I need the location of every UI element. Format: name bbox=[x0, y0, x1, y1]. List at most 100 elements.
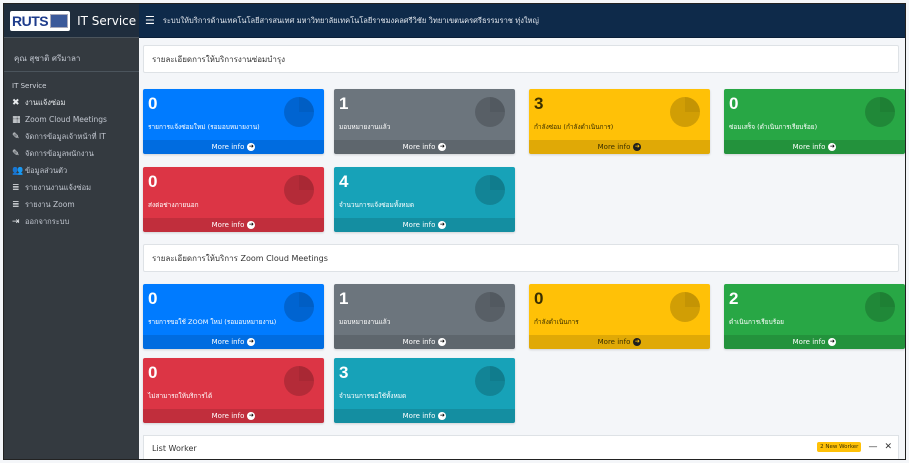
more-info-label: More info bbox=[211, 221, 245, 229]
more-info-link[interactable]: More info ➜ bbox=[143, 218, 324, 232]
stat-value: 0 bbox=[148, 172, 158, 191]
zoom-assigned-box: 1 มอบหมายงานแล้ว More info ➜ bbox=[334, 284, 515, 349]
more-info-link[interactable]: More info ➜ bbox=[334, 409, 515, 423]
brand-link[interactable]: RUTS IT Service bbox=[4, 4, 139, 38]
arrow-circle-right-icon: ➜ bbox=[247, 412, 256, 420]
pie-chart-icon bbox=[865, 292, 895, 322]
more-info-link[interactable]: More info ➜ bbox=[143, 335, 324, 349]
stat-value: 0 bbox=[148, 363, 158, 382]
database-icon: ≣ bbox=[12, 199, 20, 210]
section-title: รายละเอียดการให้บริการงานซ่อมบำรุง bbox=[152, 54, 286, 64]
arrow-circle-right-icon: ➜ bbox=[438, 412, 447, 420]
pie-chart-icon bbox=[475, 97, 505, 127]
minimize-icon[interactable]: — bbox=[868, 442, 877, 452]
arrow-circle-right-icon: ➜ bbox=[438, 338, 447, 346]
edit-icon: ✎ bbox=[12, 131, 20, 142]
stat-label: รายการแจ้งซ่อมใหม่ (รอมอบหมายงาน) bbox=[148, 123, 260, 131]
more-info-label: More info bbox=[402, 143, 436, 151]
stat-value: 3 bbox=[534, 94, 544, 113]
close-icon[interactable]: ✕ bbox=[884, 442, 892, 452]
more-info-label: More info bbox=[597, 143, 631, 151]
zoom-done-box: 2 ดำเนินการเรียบร้อย More info ➜ bbox=[724, 284, 905, 349]
stat-value: 0 bbox=[729, 94, 739, 113]
sidebar-item-repair[interactable]: ✖ งานแจ้งซ่อม bbox=[4, 94, 139, 111]
sidebar-item-label: จัดการข้อมูลเจ้าหน้าที่ IT bbox=[25, 131, 106, 141]
logo-text: RUTS bbox=[12, 12, 49, 29]
sidebar-item-employees[interactable]: ✎ จัดการข้อมูลพนักงาน bbox=[4, 145, 139, 162]
sidebar-item-label: ออกจากระบบ bbox=[25, 216, 70, 226]
more-info-link[interactable]: More info ➜ bbox=[334, 335, 515, 349]
sidebar-item-repair-report[interactable]: ≣ รายงานงานแจ้งซ่อม bbox=[4, 179, 139, 196]
arrow-circle-right-icon: ➜ bbox=[438, 221, 447, 229]
app-frame: RUTS IT Service คุณ สุชาติ ศรีมาลา IT Se… bbox=[3, 3, 906, 460]
main-content: รายละเอียดการให้บริการงานซ่อมบำรุง 0 ราย… bbox=[139, 38, 905, 459]
stat-value: 2 bbox=[729, 289, 739, 308]
arrow-circle-right-icon: ➜ bbox=[828, 143, 837, 151]
system-title: ระบบให้บริการด้านเทคโนโลยีสารสนเทศ มหาวิ… bbox=[162, 15, 539, 25]
logo-emblem-icon bbox=[50, 13, 69, 28]
more-info-link[interactable]: More info ➜ bbox=[334, 140, 515, 154]
more-info-link[interactable]: More info ➜ bbox=[529, 140, 710, 154]
more-info-link[interactable]: More info ➜ bbox=[143, 140, 324, 154]
arrow-circle-right-icon: ➜ bbox=[828, 338, 837, 346]
repair-in-progress-box: 3 กำลังซ่อม (กำลังดำเนินการ) More info ➜ bbox=[529, 89, 710, 154]
more-info-link[interactable]: More info ➜ bbox=[143, 409, 324, 423]
more-info-link[interactable]: More info ➜ bbox=[724, 335, 905, 349]
list-worker-card: List Worker 2 New Worker — ✕ bbox=[143, 435, 899, 459]
sidebar-item-zoom-report[interactable]: ≣ รายงาน Zoom bbox=[4, 196, 139, 213]
sidebar-item-label: งานแจ้งซ่อม bbox=[25, 97, 66, 107]
sidebar-item-label: จัดการข้อมูลพนักงาน bbox=[25, 148, 94, 158]
zoom-total-box: 3 จำนวนการขอใช้ทั้งหมด More info ➜ bbox=[334, 358, 515, 423]
sidebar-item-it-staff[interactable]: ✎ จัดการข้อมูลเจ้าหน้าที่ IT bbox=[4, 128, 139, 145]
stat-label: กำลังซ่อม (กำลังดำเนินการ) bbox=[534, 123, 614, 131]
sidebar-item-zoom[interactable]: ▦ Zoom Cloud Meetings bbox=[4, 111, 139, 128]
users-icon: 👥 bbox=[12, 165, 24, 176]
menu-toggle-icon[interactable]: ☰ bbox=[145, 14, 155, 27]
stat-value: 1 bbox=[339, 289, 349, 308]
more-info-label: More info bbox=[402, 221, 436, 229]
ruts-logo: RUTS bbox=[10, 10, 71, 31]
sidebar-item-label: รายงาน Zoom bbox=[25, 199, 75, 209]
stat-label: มอบหมายงานแล้ว bbox=[339, 123, 391, 131]
stat-value: 0 bbox=[148, 289, 158, 308]
stat-label: ดำเนินการเรียบร้อย bbox=[729, 318, 784, 326]
repair-section-header: รายละเอียดการให้บริการงานซ่อมบำรุง bbox=[143, 45, 899, 73]
more-info-label: More info bbox=[402, 412, 436, 420]
pie-chart-icon bbox=[284, 292, 314, 322]
new-worker-badge: 2 New Worker bbox=[817, 442, 862, 452]
user-name[interactable]: คุณ สุชาติ ศรีมาลา bbox=[14, 52, 80, 65]
arrow-circle-right-icon: ➜ bbox=[633, 143, 642, 151]
tools-icon: ✖ bbox=[12, 97, 20, 108]
more-info-label: More info bbox=[402, 338, 436, 346]
top-navbar: ☰ ระบบให้บริการด้านเทคโนโลยีสารสนเทศ มหา… bbox=[139, 4, 905, 38]
zoom-section-header: รายละเอียดการให้บริการ Zoom Cloud Meetin… bbox=[143, 244, 899, 272]
nav-header: IT Service bbox=[12, 82, 47, 90]
user-panel[interactable]: คุณ สุชาติ ศรีมาลา bbox=[4, 46, 139, 72]
more-info-link[interactable]: More info ➜ bbox=[529, 335, 710, 349]
more-info-label: More info bbox=[211, 143, 245, 151]
pie-chart-icon bbox=[284, 366, 314, 396]
list-worker-title: List Worker bbox=[152, 443, 197, 453]
stat-value: 0 bbox=[534, 289, 544, 308]
stat-label: จำนวนการแจ้งซ่อมทั้งหมด bbox=[339, 201, 415, 209]
sidebar-item-profile[interactable]: 👥 ข้อมูลส่วนตัว bbox=[4, 162, 139, 179]
sidebar-item-label: รายงานงานแจ้งซ่อม bbox=[25, 182, 92, 192]
zoom-new-box: 0 รายการขอใช้ ZOOM ใหม่ (รอมอบหมายงาน) M… bbox=[143, 284, 324, 349]
sidebar-item-logout[interactable]: ⇥ ออกจากระบบ bbox=[4, 213, 139, 230]
arrow-circle-right-icon: ➜ bbox=[247, 143, 256, 151]
pie-chart-icon bbox=[475, 292, 505, 322]
pie-chart-icon bbox=[284, 97, 314, 127]
more-info-label: More info bbox=[211, 338, 245, 346]
more-info-link[interactable]: More info ➜ bbox=[334, 218, 515, 232]
logout-icon: ⇥ bbox=[12, 216, 20, 227]
sidebar-item-label: Zoom Cloud Meetings bbox=[25, 115, 107, 124]
pie-chart-icon bbox=[475, 366, 505, 396]
stat-label: ส่งต่อช่างภายนอก bbox=[148, 201, 199, 209]
stat-value: 1 bbox=[339, 94, 349, 113]
stat-value: 4 bbox=[339, 172, 349, 191]
stat-label: จำนวนการขอใช้ทั้งหมด bbox=[339, 392, 407, 400]
more-info-link[interactable]: More info ➜ bbox=[724, 140, 905, 154]
stat-label: มอบหมายงานแล้ว bbox=[339, 318, 391, 326]
pie-chart-icon bbox=[670, 292, 700, 322]
stat-label: ซ่อมเสร็จ (ดำเนินการเรียบร้อย) bbox=[729, 123, 818, 131]
